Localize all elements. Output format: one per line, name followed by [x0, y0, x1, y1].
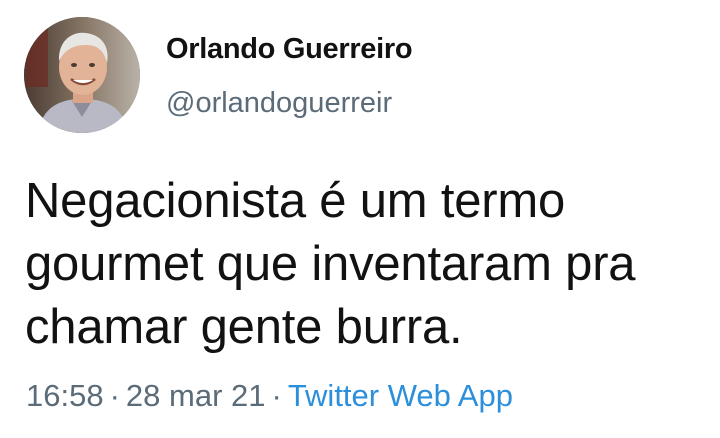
tweet-source-link[interactable]: Twitter Web App [288, 378, 513, 413]
profile-photo-icon [24, 17, 140, 133]
author-avatar[interactable] [24, 17, 140, 133]
meta-separator: · [109, 378, 120, 413]
author-handle[interactable]: @orlandoguerreir [166, 87, 392, 120]
tweet-text: Negacionista é um termo gourmet que inve… [25, 174, 636, 354]
meta-separator: · [271, 378, 282, 413]
tweet-meta: 16:58 · 28 mar 21 · Twitter Web App [26, 378, 513, 414]
tweet-card: Orlando Guerreiro @orlandoguerreir Negac… [0, 0, 720, 438]
author-display-name[interactable]: Orlando Guerreiro [166, 33, 413, 66]
tweet-time[interactable]: 16:58 [26, 378, 104, 413]
tweet-date[interactable]: 28 mar 21 [126, 378, 266, 413]
